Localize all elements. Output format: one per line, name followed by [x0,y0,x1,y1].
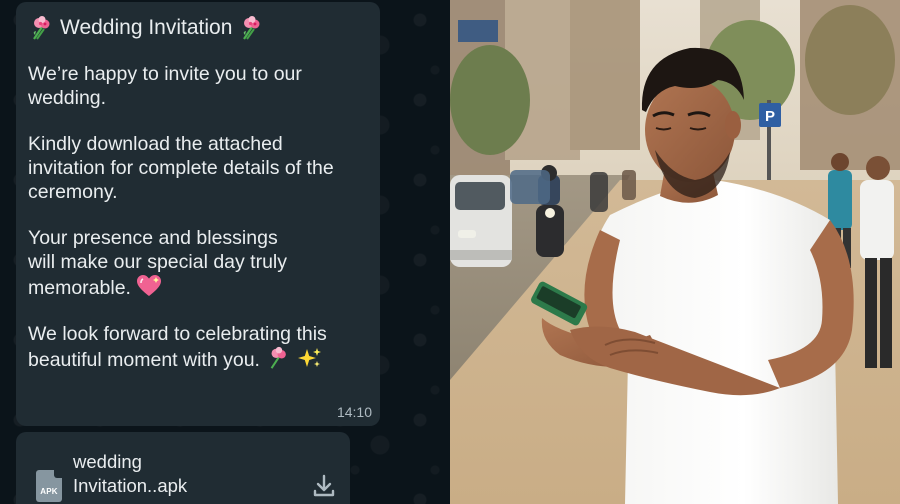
file-name-line: Invitation..apk [73,475,188,496]
message-title: Wedding Invitation [60,16,233,39]
street-photo: P [450,0,900,504]
download-icon[interactable] [310,472,338,500]
chat-screenshot: Wedding Invitation We’re happy to invite… [0,0,450,504]
svg-text:P: P [765,108,775,125]
apk-file-icon: APK [36,470,62,502]
message-bubble: Wedding Invitation We’re happy to invite… [16,2,380,426]
photo-illustration: P [450,0,900,504]
message-line: We look forward to celebrating this [28,323,327,345]
file-attachment[interactable]: APK wedding Invitation..apk [16,432,350,504]
message-line: will make our special day truly [28,251,288,273]
message-timestamp: 14:10 [336,404,372,420]
message-line: beautiful moment with you. [28,349,260,371]
file-type-label: APK [40,487,58,496]
file-name: wedding Invitation..apk [73,450,273,498]
bouquet-icon [33,16,50,40]
message-paragraph-download: Kindly download the attached invitation … [28,133,334,203]
message-paragraph-closing: We look forward to celebrating this beau… [28,322,366,372]
message-line: Your presence and blessings [28,227,278,249]
message-line: memorable. [28,277,131,299]
message-paragraph-invite: We’re happy to invite you to our wedding… [28,63,302,109]
car [450,175,512,267]
bouquet-icon [271,346,287,369]
bouquet-icon [243,16,260,40]
sparkling-heart-icon [137,275,162,296]
message-title-row: Wedding Invitation [28,14,366,42]
message-paragraph-blessings: Your presence and blessings will make ou… [28,226,366,300]
file-name-line: wedding [73,451,142,472]
sparkles-icon [297,348,321,367]
